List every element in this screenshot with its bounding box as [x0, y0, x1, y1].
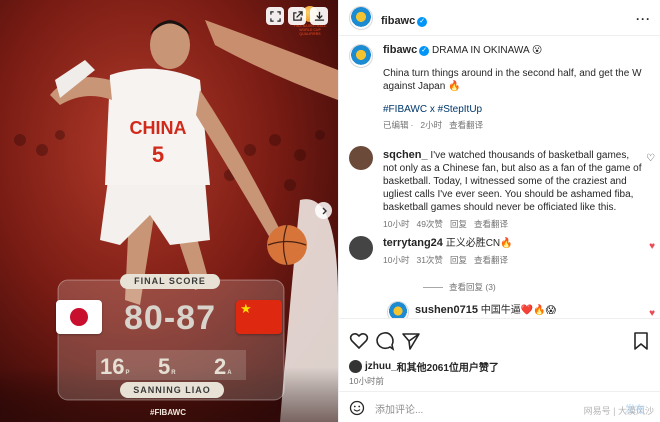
jersey-number: 5	[152, 142, 164, 167]
heart-icon[interactable]: ♡	[646, 153, 655, 164]
liked-by-text[interactable]: 和其他2061位用户赞了	[397, 359, 499, 374]
bookmark-icon[interactable]	[631, 331, 651, 351]
event-logo-text: FIBA BASKETBALL WORLD CUP QUALIFIERS	[293, 24, 327, 36]
heart-icon[interactable]: ♥	[649, 241, 655, 252]
avatar	[349, 360, 362, 373]
post-media[interactable]: CHINA 5 FIBA BASKETBALL WORLD CUP QUALIF…	[0, 0, 338, 422]
caption-headline: DRAMA IN OKINAWA 😮	[432, 45, 543, 56]
player-stats: 16P 5R 2A	[96, 350, 246, 380]
post-header: fibawc ✓ ···	[339, 0, 660, 36]
comment-likes[interactable]: 31次赞	[416, 255, 442, 265]
comment-avatar[interactable]	[349, 236, 373, 260]
final-score-label: FINAL SCORE	[120, 274, 220, 289]
translate-link[interactable]: 查看翻译	[474, 219, 508, 229]
view-replies-button[interactable]: 查看回复 (3)	[423, 281, 496, 293]
download-icon[interactable]	[310, 7, 328, 25]
comment-username[interactable]: sqchen_	[383, 149, 428, 161]
player-name: SANNING LIAO	[120, 382, 224, 398]
score-card: FINAL SCORE 80-87 ★ 16P 5R 2A SANNING LI…	[52, 272, 288, 400]
instagram-post-view: CHINA 5 FIBA BASKETBALL WORLD CUP QUALIF…	[0, 0, 660, 422]
caption-username[interactable]: fibawc	[383, 44, 417, 56]
heart-icon[interactable]: ♥	[649, 308, 655, 318]
watermark: 网易号 | 大漠风沙	[583, 406, 654, 416]
comment-likes[interactable]: 49次赞	[416, 219, 442, 229]
comment-meta: 10小时 49次赞 回复 查看翻译	[383, 218, 645, 231]
verified-icon: ✓	[419, 46, 430, 56]
post-time: 10小时前	[349, 376, 384, 386]
emoji-icon[interactable]	[349, 400, 365, 416]
comment-item: sushen0715 中国牛逼❤️🔥😱	[415, 304, 635, 317]
header-username-wrap: fibawc ✓	[381, 11, 428, 29]
comment-item: sqchen_ I've watched thousands of basket…	[383, 149, 645, 231]
caption-time: ·	[410, 120, 414, 130]
add-comment-input[interactable]: 添加评论...	[375, 401, 423, 416]
comment-meta: 10小时 31次赞 回复 查看翻译	[383, 254, 645, 267]
score-row: 80-87 ★	[52, 294, 288, 342]
comments-scroll[interactable]: fibawc ✓ DRAMA IN OKINAWA 😮 China turn th…	[339, 36, 660, 318]
comment-text: 中国牛逼❤️🔥😱	[480, 305, 557, 316]
comment-time: 10小时	[383, 255, 410, 265]
translate-link[interactable]: 查看翻译	[474, 255, 508, 265]
post-caption: fibawc ✓ DRAMA IN OKINAWA 😮 China turn th…	[383, 44, 653, 132]
media-hashtag: #FIBAWC	[150, 408, 186, 417]
post-panel: fibawc ✓ ··· fibawc ✓ DRAMA IN OKINAWA 😮 C…	[338, 0, 660, 422]
stat-rebounds: 5R	[158, 354, 176, 379]
stat-points: 16P	[100, 354, 130, 379]
caption-body: China turn things around in the second h…	[383, 68, 642, 92]
china-flag-icon: ★	[236, 300, 282, 334]
verified-icon: ✓	[417, 17, 428, 27]
avatar[interactable]	[349, 6, 373, 30]
share-icon[interactable]	[401, 331, 421, 351]
more-options-icon[interactable]: ···	[636, 12, 651, 26]
reply-link[interactable]: 回复	[450, 219, 467, 229]
like-icon[interactable]	[349, 331, 369, 351]
reply-link[interactable]: 回复	[450, 255, 467, 265]
comment-time: 10小时	[383, 219, 410, 229]
caption-time: 2小时	[420, 120, 443, 130]
stat-assists: 2A	[214, 354, 232, 379]
japan-flag-icon	[56, 300, 102, 334]
edited-label: 已编辑	[383, 120, 409, 130]
jersey-name: CHINA	[130, 118, 187, 138]
caption-meta: 已编辑 · 2小时 查看翻译	[383, 119, 653, 132]
comment-icon[interactable]	[375, 331, 395, 351]
comment-avatar[interactable]	[387, 301, 409, 318]
comment-username[interactable]: sushen0715	[415, 304, 478, 316]
comment-text: 正义必胜CN🔥	[445, 238, 513, 249]
liked-by[interactable]: jzhuu_ 和其他2061位用户赞了	[349, 359, 499, 374]
final-score: 80-87	[124, 299, 216, 337]
header-username[interactable]: fibawc	[381, 15, 415, 27]
comment-username[interactable]: terrytang24	[383, 237, 443, 249]
liked-by-user[interactable]: jzhuu_	[365, 361, 397, 372]
comment-item: terrytang24 正义必胜CN🔥 10小时 31次赞 回复 查看翻译	[383, 237, 645, 267]
share-icon[interactable]	[288, 7, 306, 25]
chevron-right-icon	[322, 207, 327, 214]
expand-icon[interactable]	[266, 7, 284, 25]
caption-tags[interactable]: #FIBAWC x #StepItUp	[383, 103, 653, 116]
caption-avatar[interactable]	[349, 44, 373, 68]
translate-link[interactable]: 查看翻译	[449, 120, 483, 130]
comment-avatar[interactable]	[349, 146, 373, 170]
next-image-button[interactable]	[315, 202, 332, 219]
